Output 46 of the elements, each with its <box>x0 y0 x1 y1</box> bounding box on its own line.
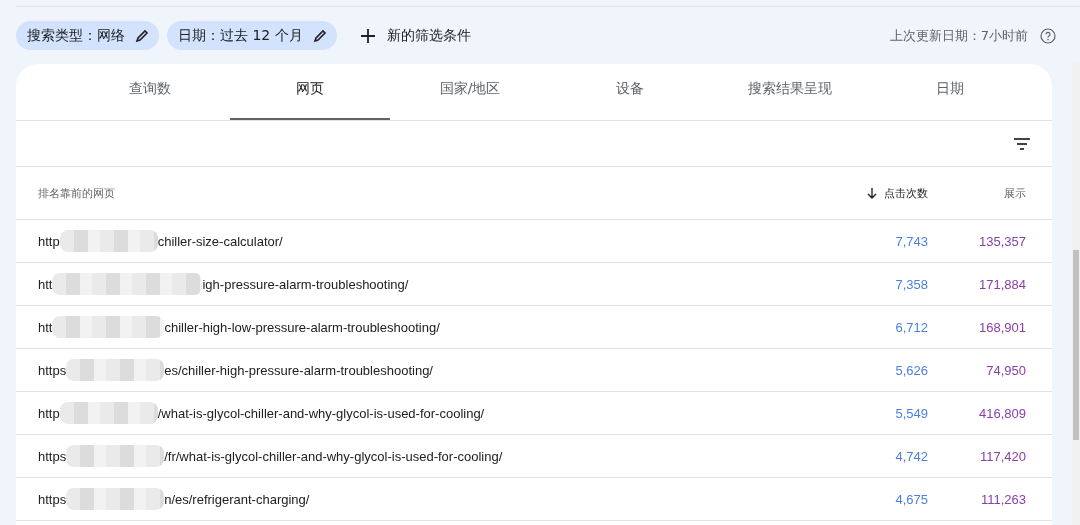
url-start: http <box>38 405 60 421</box>
clicks-value: 7,358 <box>895 276 928 292</box>
clicks-value: 4,742 <box>895 448 928 464</box>
url-start: http <box>38 233 60 249</box>
tab[interactable]: 网页 <box>230 64 390 120</box>
column-header[interactable]: 点击次数 <box>884 185 928 201</box>
impressions-value: 171,884 <box>979 276 1026 292</box>
clicks-value: 7,743 <box>895 233 928 249</box>
clicks-value: 5,549 <box>895 405 928 421</box>
tab[interactable]: 国家/地区 <box>390 64 550 120</box>
url-end: n/es/refrigerant-charging/ <box>164 491 310 507</box>
url-end: igh-pressure-alarm-troubleshooting/ <box>202 276 409 292</box>
tab[interactable]: 设备 <box>550 64 710 120</box>
url-start: htt <box>38 319 53 335</box>
impressions-value: 416,809 <box>979 405 1026 421</box>
scrollbar[interactable] <box>1072 62 1080 525</box>
tab[interactable]: 查询数 <box>70 64 230 120</box>
clicks-value: 4,675 <box>895 491 928 507</box>
column-header[interactable]: 排名靠前的网页 <box>38 185 115 201</box>
last-updated-text: 上次更新日期：7小时前 <box>889 26 1028 45</box>
url-end: chiller-size-calculator/ <box>157 233 283 249</box>
pencil-icon <box>135 28 149 43</box>
pencil-icon <box>312 28 327 43</box>
column-header[interactable]: 展示 <box>1004 185 1026 201</box>
filter-chip[interactable]: 日期：过去 12 个月 <box>167 21 337 50</box>
impressions-value: 74,950 <box>986 362 1026 378</box>
impressions-value: 168,901 <box>979 319 1026 335</box>
clicks-value: 5,626 <box>895 362 928 378</box>
help-icon[interactable] <box>1040 27 1056 44</box>
tab[interactable]: 搜索结果呈现 <box>710 64 870 120</box>
plus-icon <box>360 28 375 43</box>
url-end: /fr/what-is-glycol-chiller-and-why-glycol-is-used-for-cooling/ <box>164 448 503 464</box>
url-start: https <box>38 448 67 464</box>
filter-chip[interactable]: 搜索类型：网络 <box>16 21 159 50</box>
impressions-value: 111,263 <box>980 491 1026 507</box>
url-start: https <box>38 362 67 378</box>
url-end: /what-is-glycol-chiller-and-why-glycol-is-used-for-cooling/ <box>157 405 485 421</box>
url-start: htt <box>38 276 53 292</box>
url-end: es/chiller-high-pressure-alarm-troubleshooting/ <box>164 362 433 378</box>
impressions-value: 135,357 <box>979 233 1026 249</box>
add-filter-button[interactable]: 新的筛选条件 <box>354 25 477 46</box>
tab[interactable]: 日期 <box>870 64 1030 120</box>
clicks-value: 6,712 <box>895 319 928 335</box>
url-start: https <box>38 491 67 507</box>
impressions-value: 117,420 <box>979 448 1026 464</box>
url-end: chiller-high-low-pressure-alarm-troubleshooting/ <box>164 319 440 335</box>
